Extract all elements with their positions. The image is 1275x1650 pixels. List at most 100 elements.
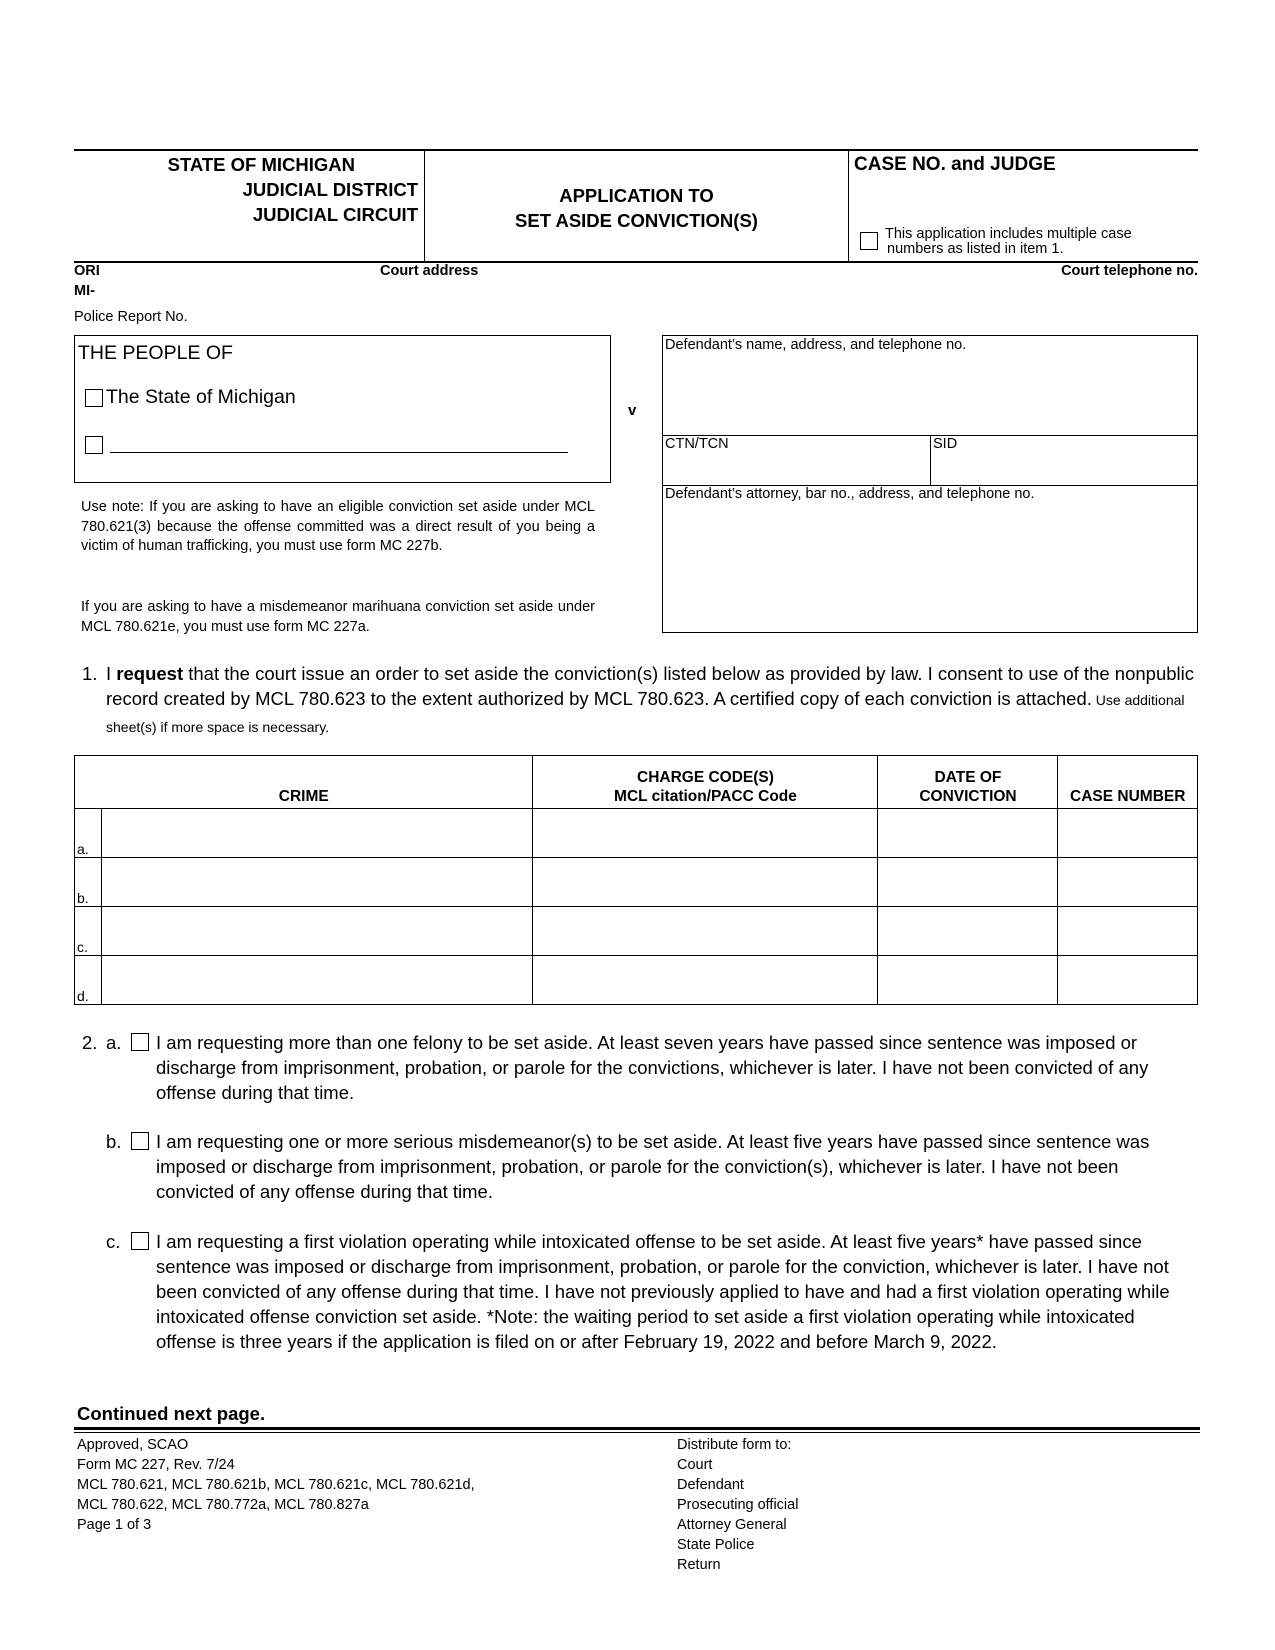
state-of-michigan-label: The State of Michigan [106, 386, 296, 408]
court-address-label: Court address [380, 263, 479, 279]
distribute-item: State Police [677, 1537, 755, 1553]
item1-number: 1. [82, 663, 98, 684]
charge-cell[interactable] [532, 955, 879, 1005]
checkbox-icon [85, 388, 103, 407]
form-title-line1: APPLICATION TO [559, 185, 714, 206]
date-cell[interactable] [877, 857, 1059, 907]
versus-label: v [628, 402, 637, 419]
state-of-michigan-option[interactable]: The State of Michigan [85, 386, 296, 409]
multiple-cases-line2: numbers as listed in item 1. [887, 241, 1064, 257]
item2a-text: I am requesting more than one felony to … [156, 1032, 1149, 1103]
crime-cell[interactable] [100, 808, 534, 858]
crime-header: CRIME [73, 755, 534, 809]
header-bottom-rule [74, 261, 1198, 263]
form-number: Form MC 227, Rev. 7/24 [77, 1457, 235, 1473]
page-number: Page 1 of 3 [77, 1517, 152, 1533]
court-telephone-label: Court telephone no. [1061, 263, 1198, 279]
judicial-circuit-label: JUDICIAL CIRCUIT [252, 204, 418, 225]
distribute-item: Prosecuting official [677, 1497, 799, 1513]
continued-next-page: Continued next page. [77, 1403, 266, 1424]
sid-label: SID [933, 436, 958, 452]
distribute-item: Attorney General [677, 1517, 787, 1533]
ori-value[interactable]: MI- [74, 283, 95, 299]
distribute-item: Return [677, 1557, 721, 1573]
case-number-header: CASE NUMBER [1057, 755, 1198, 809]
date-cell[interactable] [877, 808, 1059, 858]
item2c-text: I am requesting a first violation operat… [156, 1231, 1170, 1352]
item2-number: 2. [82, 1032, 98, 1053]
footer-distribute: Distribute form to: Court Defendant Pros… [677, 1435, 798, 1575]
item2b-checkbox[interactable] [131, 1132, 149, 1150]
item1-text: I request that the court issue an order … [106, 661, 1200, 740]
crime-cell[interactable] [100, 955, 534, 1005]
people-of-label: THE PEOPLE OF [78, 342, 233, 364]
table-header-row: CRIME CHARGE CODE(S) MCL citation/PACC Co… [73, 755, 1198, 809]
plaintiff-box: THE PEOPLE OF The State of Michigan [74, 335, 611, 483]
divider [930, 435, 931, 485]
table-row: c. [74, 906, 1198, 956]
header-top-rule [74, 149, 1198, 151]
charge-cell[interactable] [532, 808, 879, 858]
date-cell[interactable] [877, 955, 1059, 1005]
convictions-table: CRIME CHARGE CODE(S) MCL citation/PACC Co… [73, 755, 1198, 1005]
case-cell[interactable] [1057, 906, 1198, 956]
item1-body: that the court issue an order to set asi… [106, 663, 1194, 709]
multiple-cases-text: This application includes multiple case … [885, 227, 1132, 257]
item2b-letter: b. [106, 1131, 122, 1152]
charge-code-header: CHARGE CODE(S) MCL citation/PACC Code [532, 755, 879, 809]
multiple-cases-checkbox[interactable] [860, 232, 878, 250]
row-letter: d. [74, 955, 102, 1005]
case-no-judge-label: CASE NO. and JUDGE [854, 154, 1056, 175]
case-cell[interactable] [1057, 857, 1198, 907]
case-cell[interactable] [1057, 808, 1198, 858]
checkbox-icon [131, 1132, 149, 1150]
distribute-item: Defendant [677, 1477, 744, 1493]
charge-cell[interactable] [532, 906, 879, 956]
footer-rule-thin [74, 1432, 1200, 1433]
checkbox-icon [131, 1033, 149, 1051]
approved-scao: Approved, SCAO [77, 1437, 189, 1453]
use-note-2: If you are asking to have a misdemeanor … [81, 599, 595, 635]
date-header-line2: CONVICTION [919, 788, 1017, 805]
footer-left: Approved, SCAO Form MC 227, Rev. 7/24 MC… [77, 1435, 475, 1535]
distribute-item: Court [677, 1457, 713, 1473]
header-divider-right [848, 150, 849, 262]
item1-pre: I [106, 663, 117, 684]
charge-header-line1: CHARGE CODE(S) [637, 769, 774, 786]
form-title-line2: SET ASIDE CONVICTION(S) [515, 210, 758, 231]
distribute-label: Distribute form to: [677, 1437, 792, 1453]
footer-rule-thick [74, 1427, 1200, 1430]
item1-bold: request [116, 663, 184, 684]
judicial-district-label: JUDICIAL DISTRICT [242, 179, 418, 200]
multiple-cases-line1: This application includes multiple case [885, 226, 1132, 242]
other-plaintiff-option[interactable] [85, 436, 103, 454]
date-cell[interactable] [877, 906, 1059, 956]
item2c-checkbox[interactable] [131, 1232, 149, 1250]
other-plaintiff-line[interactable] [110, 452, 568, 453]
charge-header-line2: MCL citation/PACC Code [614, 788, 797, 805]
row-letter: b. [74, 857, 102, 907]
charge-cell[interactable] [532, 857, 879, 907]
ctn-tcn-label: CTN/TCN [665, 436, 729, 452]
table-row: b. [74, 857, 1198, 907]
mcl-citations-2: MCL 780.622, MCL 780.772a, MCL 780.827a [77, 1497, 369, 1513]
case-cell[interactable] [1057, 955, 1198, 1005]
table-row: a. [74, 808, 1198, 858]
date-header-line1: DATE OF [934, 769, 1002, 786]
crime-cell[interactable] [100, 857, 534, 907]
mcl-citations-1: MCL 780.621, MCL 780.621b, MCL 780.621c,… [77, 1477, 475, 1493]
checkbox-icon [85, 436, 103, 454]
row-letter: c. [74, 906, 102, 956]
item2b-text: I am requesting one or more serious misd… [156, 1131, 1150, 1202]
ori-label: ORI [74, 263, 100, 279]
defendant-box: Defendant’s name, address, and telephone… [662, 335, 1198, 633]
form-title: APPLICATION TO SET ASIDE CONVICTION(S) [425, 183, 848, 233]
checkbox-icon [131, 1232, 149, 1250]
crime-cell[interactable] [100, 906, 534, 956]
row-letter: a. [74, 808, 102, 858]
defendant-name-label: Defendant’s name, address, and telephone… [665, 337, 967, 353]
defendant-attorney-label: Defendant’s attorney, bar no., address, … [665, 486, 1035, 502]
item2a-checkbox[interactable] [131, 1033, 149, 1051]
checkbox-icon [860, 232, 878, 250]
item2c-letter: c. [106, 1231, 121, 1252]
